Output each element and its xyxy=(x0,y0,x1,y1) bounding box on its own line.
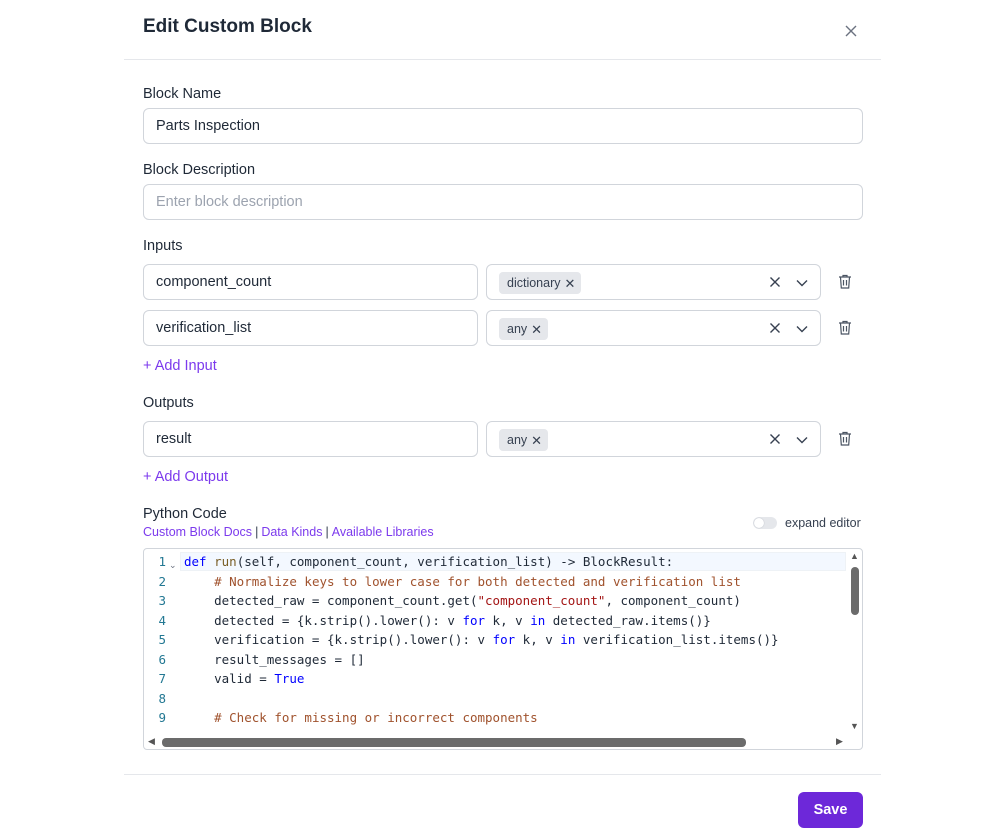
code-area[interactable]: def run(self, component_count, verificat… xyxy=(180,549,846,735)
add-input-link[interactable]: + Add Input xyxy=(143,358,217,374)
docs-links: Custom Block Docs | Data Kinds | Available L… xyxy=(143,525,434,539)
scroll-down-arrow-icon[interactable]: ▼ xyxy=(850,722,859,731)
line-number: 5 xyxy=(158,632,166,647)
remove-chip-icon[interactable]: ✕ xyxy=(531,323,542,336)
remove-chip-icon[interactable]: ✕ xyxy=(531,434,542,447)
trash-icon[interactable] xyxy=(838,274,852,289)
clear-icon[interactable] xyxy=(768,275,782,289)
code-editor[interactable]: 1 2 3 4 5 6 7 8 9 ⌄ def run(self, compon… xyxy=(143,548,863,750)
link-separator: | xyxy=(325,525,329,539)
block-description-label: Block Description xyxy=(143,162,256,178)
kind-chip-label: any xyxy=(507,322,528,336)
line-number-gutter: 1 2 3 4 5 6 7 8 9 ⌄ xyxy=(144,549,180,735)
input-name-field[interactable] xyxy=(143,264,478,300)
custom-block-docs-link[interactable]: Custom Block Docs xyxy=(143,525,252,539)
input-row: any ✕ xyxy=(143,310,863,346)
line-number: 7 xyxy=(158,671,166,686)
expand-editor-label: expand editor xyxy=(785,516,861,530)
kind-chip-label: any xyxy=(507,433,528,447)
close-icon[interactable] xyxy=(844,24,858,38)
code-line: detected_raw = component_count.get("comp… xyxy=(184,593,741,608)
save-button[interactable]: Save xyxy=(798,792,863,828)
expand-editor-toggle[interactable] xyxy=(753,517,777,529)
code-line: result_messages = [] xyxy=(184,651,365,667)
line-number: 8 xyxy=(158,691,166,706)
scroll-up-arrow-icon[interactable]: ▲ xyxy=(850,552,859,561)
block-name-input[interactable] xyxy=(143,108,863,144)
modal-title: Edit Custom Block xyxy=(143,16,312,37)
horizontal-scroll-thumb[interactable] xyxy=(162,738,746,747)
horizontal-scrollbar[interactable]: ◀ ▶ xyxy=(144,735,862,749)
kind-chip: any ✕ xyxy=(499,318,549,340)
code-line: verification = {k.strip().lower(): v for… xyxy=(184,632,779,647)
block-name-label: Block Name xyxy=(143,86,222,102)
line-number: 4 xyxy=(158,613,166,628)
vertical-scroll-thumb[interactable] xyxy=(851,567,859,615)
chevron-down-icon[interactable] xyxy=(795,433,809,447)
scroll-left-arrow-icon[interactable]: ◀ xyxy=(148,737,155,746)
outputs-label: Outputs xyxy=(143,395,194,411)
code-line: # Check for missing or incorrect compone… xyxy=(214,710,538,725)
kind-chip: any ✕ xyxy=(499,429,549,451)
edit-custom-block-modal: Edit Custom Block Block Name Block Descr… xyxy=(124,0,881,837)
code-line: def run(self, component_count, verificat… xyxy=(184,554,674,569)
code-line: detected = {k.strip().lower(): v for k, … xyxy=(184,612,711,628)
line-number: 1 xyxy=(158,554,166,569)
kind-chip-label: dictionary xyxy=(507,276,561,290)
line-number: 9 xyxy=(158,710,166,725)
input-kind-select[interactable]: dictionary ✕ xyxy=(486,264,821,300)
input-name-field[interactable] xyxy=(143,310,478,346)
line-number: 2 xyxy=(158,574,166,589)
trash-icon[interactable] xyxy=(838,431,852,446)
add-output-link[interactable]: + Add Output xyxy=(143,469,228,485)
chevron-down-icon[interactable] xyxy=(795,322,809,336)
input-row: dictionary ✕ xyxy=(143,264,863,300)
link-separator: | xyxy=(255,525,259,539)
output-name-field[interactable] xyxy=(143,421,478,457)
available-libraries-link[interactable]: Available Libraries xyxy=(332,525,434,539)
expand-editor-control: expand editor xyxy=(753,516,861,530)
chevron-down-icon[interactable] xyxy=(795,276,809,290)
remove-chip-icon[interactable]: ✕ xyxy=(565,277,576,290)
scroll-right-arrow-icon[interactable]: ▶ xyxy=(836,737,843,746)
output-row: any ✕ xyxy=(143,421,863,457)
output-kind-select[interactable]: any ✕ xyxy=(486,421,821,457)
block-description-input[interactable] xyxy=(143,184,863,220)
line-number: 3 xyxy=(158,593,166,608)
input-kind-select[interactable]: any ✕ xyxy=(486,310,821,346)
code-line: valid = True xyxy=(184,671,305,686)
code-line: # Normalize keys to lower case for both … xyxy=(214,573,741,589)
kind-chip: dictionary ✕ xyxy=(499,272,582,294)
line-number: 6 xyxy=(158,652,166,667)
trash-icon[interactable] xyxy=(838,320,852,335)
clear-icon[interactable] xyxy=(768,321,782,335)
modal-footer: Save xyxy=(124,774,881,837)
vertical-scrollbar[interactable]: ▲ ▼ xyxy=(846,549,862,735)
clear-icon[interactable] xyxy=(768,432,782,446)
inputs-label: Inputs xyxy=(143,238,183,254)
modal-header: Edit Custom Block xyxy=(124,0,881,60)
data-kinds-link[interactable]: Data Kinds xyxy=(261,525,322,539)
fold-chevron-icon[interactable]: ⌄ xyxy=(169,560,177,571)
python-code-label: Python Code xyxy=(143,506,227,522)
